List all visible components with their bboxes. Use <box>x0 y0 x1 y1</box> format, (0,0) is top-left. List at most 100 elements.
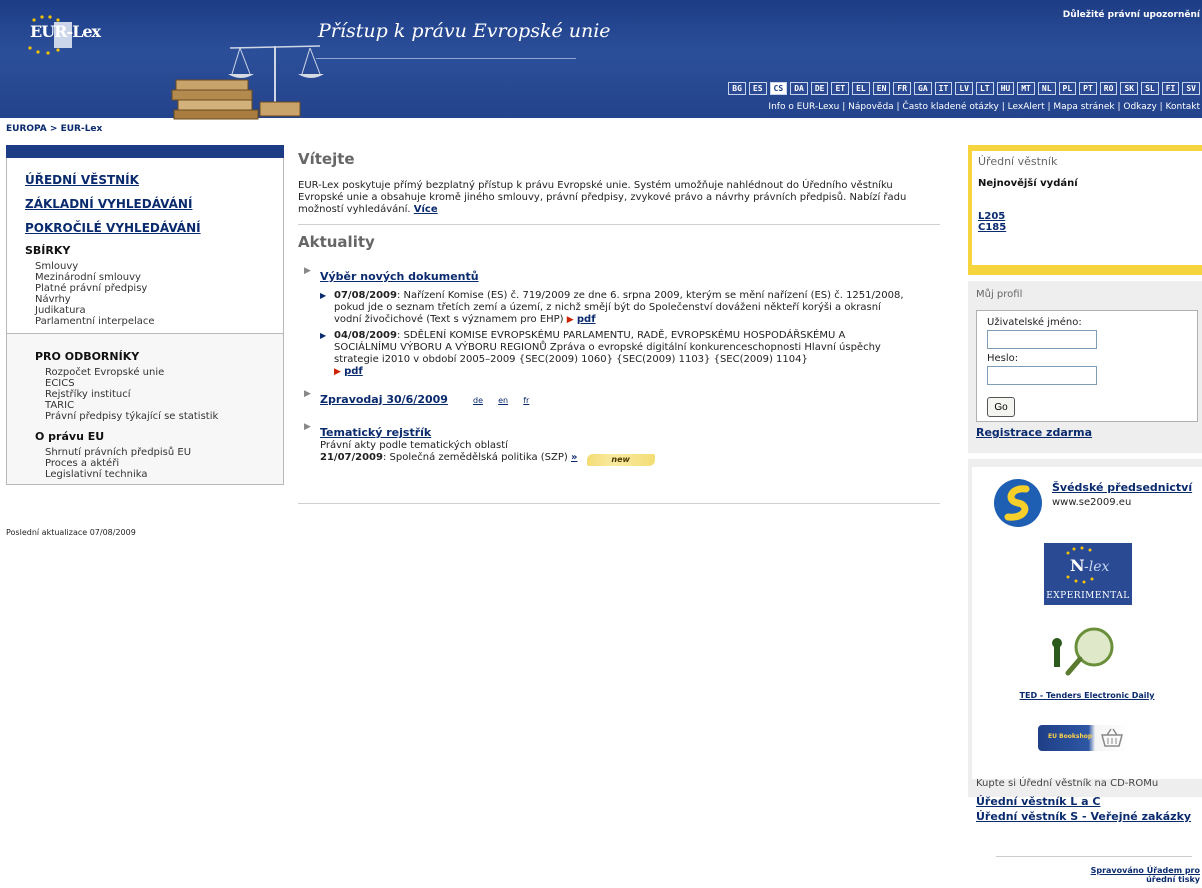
language-pl[interactable]: PL <box>1058 82 1077 95</box>
welcome-paragraph: EUR-Lex poskytuje přímý bezplatný přístu… <box>298 180 918 216</box>
register-link[interactable]: Registrace zdarma <box>976 426 1196 439</box>
language-nl[interactable]: NL <box>1037 82 1056 95</box>
experts-heading: PRO ODBORNÍKY <box>35 350 140 363</box>
managed-by-footer[interactable]: Spravováno Úřadem pro úřední tisky <box>1091 866 1200 884</box>
login-go-button[interactable]: Go <box>987 397 1015 417</box>
cd-oj-lc-link[interactable]: Úřední věstník L a C <box>976 795 1202 808</box>
nav-advanced-search[interactable]: POKROČILÉ VYHLEDÁVÁNÍ <box>25 220 273 236</box>
newsletter-lang-de[interactable]: de <box>473 396 483 405</box>
thematic-more-link[interactable]: » <box>571 452 577 463</box>
language-hu[interactable]: HU <box>996 82 1015 95</box>
expand-arrow-icon[interactable]: ▶ <box>304 422 311 432</box>
cd-oj-s-link[interactable]: Úřední věstník S - Veřejné zakázky <box>976 810 1202 823</box>
left-nav-main-box: ÚŘEDNÍ VĚSTNÍK ZÁKLADNÍ VYHLEDÁVÁNÍ POKR… <box>6 158 284 334</box>
expand-arrow-icon[interactable]: ▶ <box>304 389 311 399</box>
last-update: Poslední aktualizace 07/08/2009 <box>6 528 136 537</box>
pdf-arrow-icon: ▶ <box>334 367 341 377</box>
nav-taric[interactable]: TARIC <box>45 400 273 411</box>
top-links[interactable]: Info o EUR-Lexu | Nápověda | Často klade… <box>768 102 1200 112</box>
nav-case-law[interactable]: Judikatura <box>35 305 273 316</box>
nav-eu-budget[interactable]: Rozpočet Evropské unie <box>45 367 273 378</box>
swedish-presidency-url: www.se2009.eu <box>1052 497 1132 508</box>
svg-text:-lex: -lex <box>1084 559 1109 575</box>
language-cs[interactable]: CS <box>769 82 788 95</box>
cd-rom-title: Kupte si Úřední věstník na CD-ROMu <box>976 778 1159 789</box>
ted-link[interactable]: TED - Tenders Electronic Daily <box>972 691 1202 700</box>
nlex-banner[interactable]: N -lex EXPERIMENTAL <box>1044 543 1132 605</box>
cd-rom-box: Kupte si Úřední věstník na CD-ROMu Úředn… <box>968 778 1202 857</box>
nav-treaties[interactable]: Smlouvy <box>35 261 273 272</box>
language-en[interactable]: EN <box>872 82 891 95</box>
nav-official-journal[interactable]: ÚŘEDNÍ VĚSTNÍK <box>25 172 273 188</box>
nav-summaries[interactable]: Shrnutí právních předpisů EU <box>45 447 273 458</box>
swedish-presidency-link[interactable]: Švédské předsednictví <box>1052 481 1192 494</box>
nav-proposals[interactable]: Návrhy <box>35 294 273 305</box>
right-column: Úřední věstník Nejnovější vydání L205 C1… <box>968 145 1202 797</box>
nav-ecics[interactable]: ECICS <box>45 378 273 389</box>
nav-simple-search[interactable]: ZÁKLADNÍ VYHLEDÁVÁNÍ <box>25 196 273 212</box>
breadcrumb[interactable]: EUROPA > EUR-Lex <box>6 124 102 134</box>
profile-title: Můj profil <box>976 289 1023 300</box>
language-es[interactable]: ES <box>748 82 767 95</box>
language-sv[interactable]: SV <box>1182 82 1200 95</box>
language-ro[interactable]: RO <box>1099 82 1118 95</box>
language-pt[interactable]: PT <box>1079 82 1097 95</box>
nlex-experimental-label: EXPERIMENTAL <box>1046 591 1130 601</box>
bullet-arrow-icon: ▶ <box>320 331 327 340</box>
books-scales-illustration <box>171 45 324 120</box>
newsletter-lang-fr[interactable]: fr <box>523 396 529 405</box>
newsletter-lang-en[interactable]: en <box>498 396 508 405</box>
thematic-description: Právní akty podle tematických oblastí <box>320 440 508 451</box>
my-profile-box: Můj profil Uživatelské jméno: Heslo: Go … <box>968 281 1202 453</box>
thematic-latest: 21/07/2009: Společná zemědělská politika… <box>320 452 940 466</box>
eu-bookshop-banner[interactable]: EU Bookshop <box>1038 725 1130 751</box>
thematic-index-link[interactable]: Tematický rejstřík <box>320 426 431 439</box>
language-ga[interactable]: GA <box>914 82 932 95</box>
news-section-selection: ▶ Výběr nových dokumentů ▶ 07/08/2009: N… <box>304 265 940 378</box>
shopping-basket-icon <box>1101 728 1123 747</box>
nav-international-agreements[interactable]: Mezinárodní smlouvy <box>35 272 273 283</box>
newsletter-link[interactable]: Zpravodaj 30/6/2009 <box>320 393 448 406</box>
managed-by-line2: úřední tisky <box>1146 875 1200 884</box>
swedish-presidency-logo[interactable] <box>992 477 1044 529</box>
username-input[interactable] <box>987 330 1097 349</box>
language-el[interactable]: EL <box>852 82 870 95</box>
expand-arrow-icon[interactable]: ▶ <box>304 266 311 276</box>
welcome-more-link[interactable]: Více <box>414 204 438 215</box>
language-mt[interactable]: MT <box>1017 82 1035 95</box>
oj-latest-heading: Nejnovější vydání <box>978 178 1078 189</box>
nav-process-actors[interactable]: Proces a aktéři <box>45 458 273 469</box>
language-de[interactable]: DE <box>810 82 829 95</box>
language-bg[interactable]: BG <box>728 82 746 95</box>
language-da[interactable]: DA <box>790 82 808 95</box>
legal-notice-link[interactable]: Důležité právní upozornění <box>1063 10 1200 20</box>
language-fi[interactable]: FI <box>1161 82 1180 95</box>
language-sk[interactable]: SK <box>1120 82 1139 95</box>
selection-title-link[interactable]: Výběr nových dokumentů <box>320 270 479 283</box>
nav-legislative-drafting[interactable]: Legislativní technika <box>45 469 273 480</box>
main-content: Vítejte EUR-Lex poskytuje přímý bezplatn… <box>298 150 940 466</box>
password-input[interactable] <box>987 366 1097 385</box>
language-lv[interactable]: LV <box>955 82 973 95</box>
username-label: Uživatelské jméno: <box>987 317 1082 328</box>
pdf-link[interactable]: pdf <box>577 314 596 325</box>
ted-magnifier-image[interactable] <box>1046 619 1128 679</box>
language-et[interactable]: ET <box>831 82 850 95</box>
nav-institution-registers[interactable]: Rejstříky institucí <box>45 389 273 400</box>
nav-parliamentary-questions[interactable]: Parlamentní interpelace <box>35 316 273 327</box>
nlex-logo-icon: N -lex <box>1066 546 1109 584</box>
language-fr[interactable]: FR <box>893 82 912 95</box>
about-eu-law-heading: O právu EU <box>35 430 105 443</box>
language-lt[interactable]: LT <box>975 82 994 95</box>
news-section-newsletter: ▶ Zpravodaj 30/6/2009 de en fr <box>304 388 940 407</box>
nav-legislation-in-force[interactable]: Platné právní předpisy <box>35 283 273 294</box>
left-navigation: ÚŘEDNÍ VĚSTNÍK ZÁKLADNÍ VYHLEDÁVÁNÍ POKR… <box>6 145 284 485</box>
oj-issue-l-link[interactable]: L205 <box>978 211 1196 222</box>
oj-issue-c-link[interactable]: C185 <box>978 222 1196 233</box>
nav-statistics-legislation[interactable]: Právní předpisy týkající se statistik <box>45 411 273 422</box>
pdf-link[interactable]: pdf <box>344 366 363 377</box>
promo-box: Švédské předsednictví www.se2009.eu N -l… <box>968 459 1202 797</box>
language-sl[interactable]: SL <box>1141 82 1159 95</box>
language-it[interactable]: IT <box>934 82 953 95</box>
news-item: ▶ 04/08/2009: SDĚLENÍ KOMISE EVROPSKÉMU … <box>320 330 910 378</box>
